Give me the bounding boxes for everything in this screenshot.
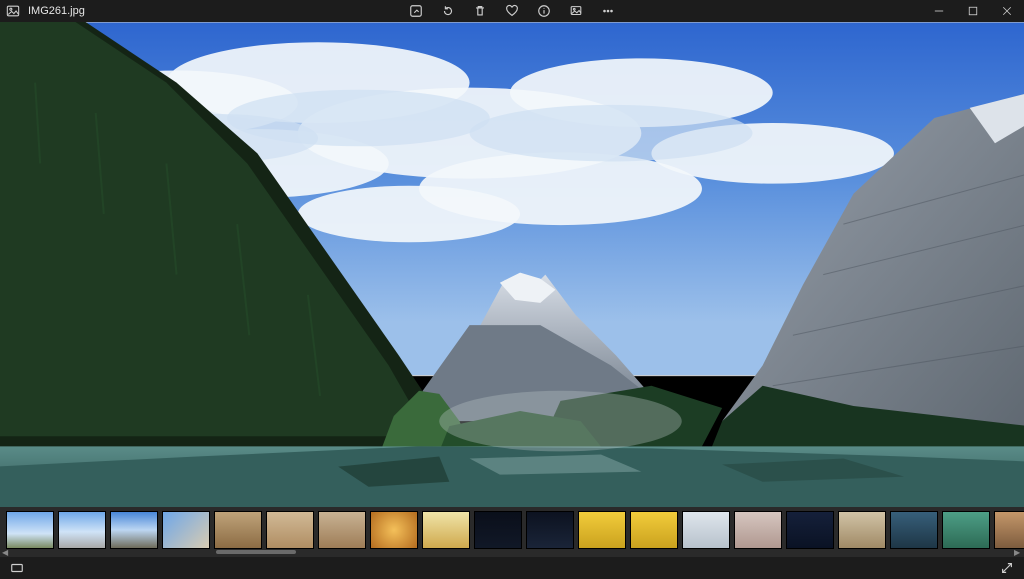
thumbnail[interactable] [942,511,990,549]
file-name: IMG261.jpg [28,5,85,17]
thumbnail[interactable] [6,511,54,549]
more-icon[interactable] [599,2,617,20]
delete-icon[interactable] [471,2,489,20]
thumbnail[interactable] [734,511,782,549]
photos-window: IMG261.jpg [0,0,1024,579]
scroll-right-icon[interactable]: ▶ [1014,548,1022,556]
info-icon[interactable] [535,2,553,20]
filmstrip-container: ◀ ▶ [0,507,1024,557]
maximize-button[interactable] [956,0,990,22]
thumbnail[interactable] [526,511,574,549]
thumbnail[interactable] [58,511,106,549]
thumbnail[interactable] [422,511,470,549]
edit-icon[interactable] [407,2,425,20]
image-viewport[interactable] [0,22,1024,507]
thumbnail[interactable] [162,511,210,549]
thumbnail[interactable] [110,511,158,549]
minimize-button[interactable] [922,0,956,22]
thumbnail[interactable] [370,511,418,549]
app-icon [6,4,20,18]
thumbnail[interactable] [630,511,678,549]
thumbnail[interactable] [786,511,834,549]
print-icon[interactable] [567,2,585,20]
thumbnail[interactable] [266,511,314,549]
favorite-icon[interactable] [503,2,521,20]
thumbnail[interactable] [838,511,886,549]
thumbnail[interactable] [890,511,938,549]
thumbnail[interactable] [318,511,366,549]
filmstrip-scrollbar[interactable]: ◀ ▶ [6,549,1018,555]
fullscreen-button[interactable] [998,559,1016,577]
thumbnail[interactable] [682,511,730,549]
thumbnail[interactable] [994,511,1024,549]
top-toolbar [407,0,617,22]
window-controls [922,0,1024,22]
scroll-left-icon[interactable]: ◀ [2,548,10,556]
close-button[interactable] [990,0,1024,22]
scrollbar-thumb[interactable] [216,550,296,554]
rotate-icon[interactable] [439,2,457,20]
filmstrip[interactable] [0,511,1024,551]
gallery-button[interactable] [8,559,26,577]
thumbnail[interactable] [214,511,262,549]
thumbnail[interactable] [474,511,522,549]
bottombar [0,557,1024,579]
thumbnail[interactable] [578,511,626,549]
